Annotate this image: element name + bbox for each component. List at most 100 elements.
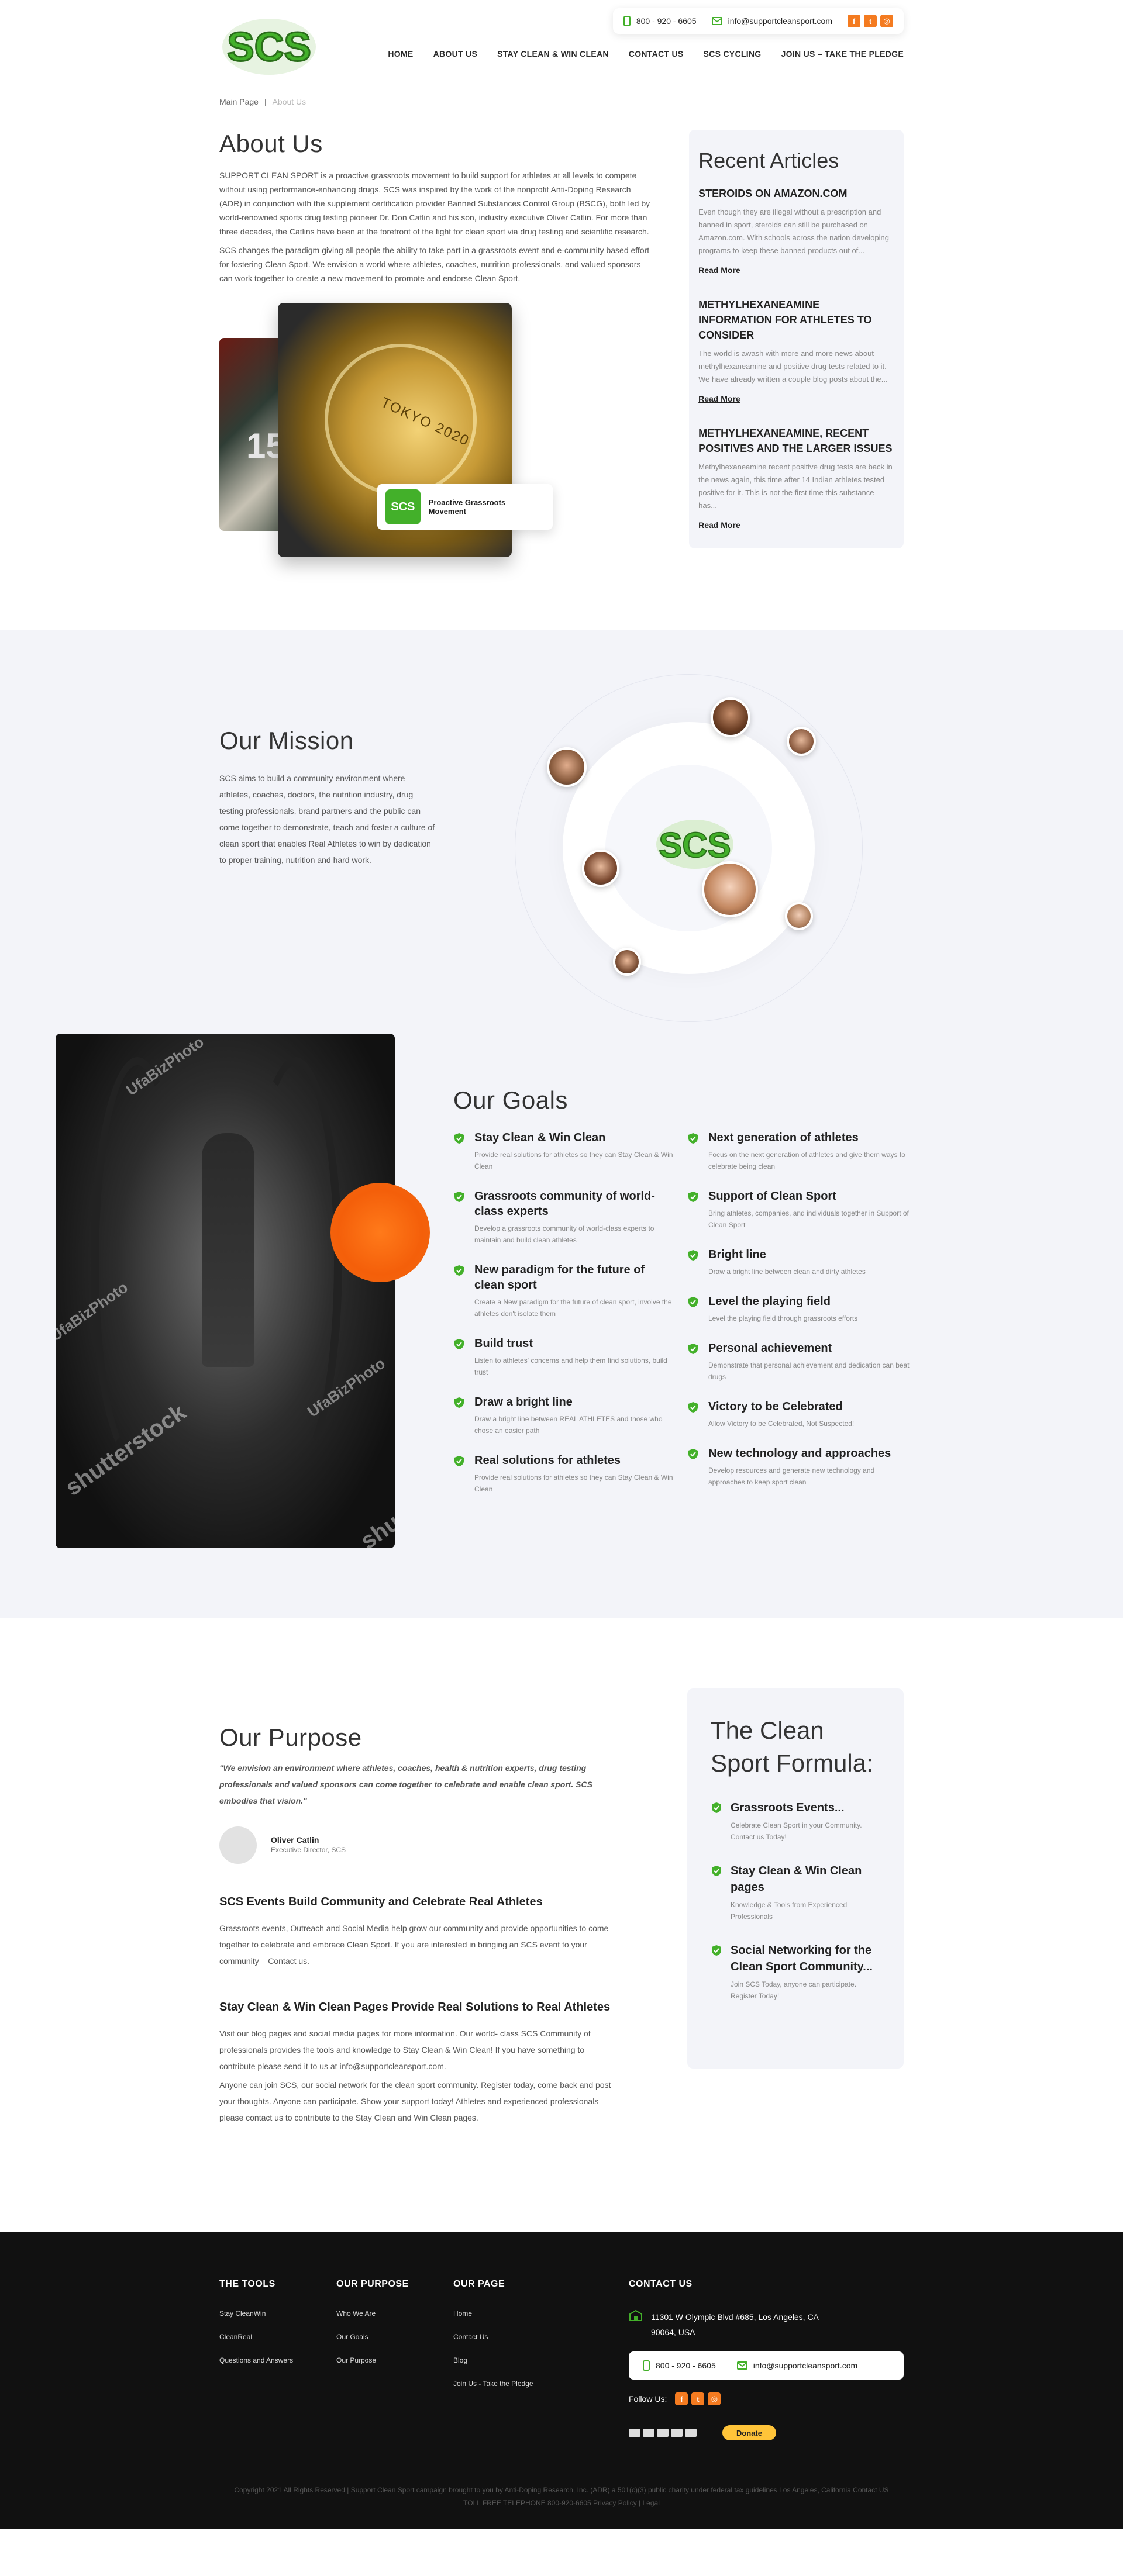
nav-contact-us[interactable]: CONTACT US <box>629 49 684 58</box>
article-title[interactable]: METHYLHEXANEAMINE INFORMATION FOR ATHLET… <box>698 297 894 343</box>
article-item: METHYLHEXANEAMINE, RECENT POSITIVES AND … <box>698 426 894 531</box>
goal-item: Real solutions for athletes Provide real … <box>453 1453 676 1495</box>
goal-item: New technology and approaches Develop res… <box>687 1446 910 1488</box>
footer-link[interactable]: Stay CleanWin <box>219 2309 293 2318</box>
nav-home[interactable]: HOME <box>388 49 413 58</box>
goal-item: Draw a bright line Draw a bright line bet… <box>453 1394 676 1437</box>
scs-card-label: Proactive Grassroots Movement <box>428 498 506 516</box>
goal-item: Stay Clean & Win Clean Provide real solut… <box>453 1130 676 1172</box>
goal-title: Stay Clean & Win Clean <box>474 1131 606 1144</box>
visa-card-icon <box>629 2429 640 2437</box>
avatar <box>711 697 750 737</box>
footer-link[interactable]: Blog <box>453 2356 533 2364</box>
avatar <box>613 948 641 976</box>
instagram-icon[interactable]: ◎ <box>880 15 893 27</box>
footer-link[interactable]: Our Purpose <box>336 2356 409 2364</box>
footer-phone-number: 800 - 920 - 6605 <box>656 2361 716 2370</box>
article-title[interactable]: METHYLHEXANEAMINE, RECENT POSITIVES AND … <box>698 426 894 456</box>
site-header: SCS 800 - 920 - 6605 info@supportcleansp… <box>219 0 904 88</box>
article-excerpt: The world is awash with more and more ne… <box>698 349 888 384</box>
nav-join-us[interactable]: JOIN US – TAKE THE PLEDGE <box>781 49 904 58</box>
goals-block: UfaBizPhoto UfaBizPhoto UfaBizPhoto shut… <box>56 1034 910 1548</box>
clean-sport-formula: The Clean Sport Formula: Grassroots Even… <box>687 1688 904 2069</box>
events-text: Grassroots events, Outreach and Social M… <box>219 1924 609 1966</box>
mission-goals-section: Our Mission SCS aims to build a communit… <box>0 630 1123 1618</box>
goal-desc: Focus on the next generation of athletes… <box>708 1151 905 1170</box>
twitter-icon[interactable]: t <box>691 2392 705 2405</box>
discover-card-icon <box>671 2429 683 2437</box>
breadcrumb-separator: | <box>264 97 267 106</box>
facebook-icon[interactable]: f <box>675 2392 688 2405</box>
mission-text: SCS aims to build a community environmen… <box>219 774 435 865</box>
about-section: Main Page | About Us About Us SUPPORT CLEA… <box>219 88 904 560</box>
about-collage: TOKYO 2020 SCS Proactive Grassroots Move… <box>219 303 654 560</box>
goal-desc: Draw a bright line between clean and dir… <box>708 1268 866 1276</box>
nav-scs-cycling[interactable]: SCS CYCLING <box>704 49 762 58</box>
watermark-text: shu <box>356 1509 395 1548</box>
footer-link[interactable]: Join Us - Take the Pledge <box>453 2380 533 2388</box>
about-content: About Us SUPPORT CLEAN SPORT is a proact… <box>219 130 654 560</box>
formula-item-title: Grassroots Events... <box>731 1801 845 1814</box>
phone-contact[interactable]: 800 - 920 - 6605 <box>623 16 697 26</box>
footer-column-title: CONTACT US <box>629 2279 693 2289</box>
check-shield-icon <box>712 1866 721 1876</box>
scs-badge: SCS <box>385 489 421 524</box>
facebook-icon[interactable]: f <box>848 15 860 27</box>
article-excerpt: Even though they are illegal without a p… <box>698 208 889 255</box>
footer-link[interactable]: Our Goals <box>336 2333 409 2341</box>
orange-circle-decoration <box>330 1183 430 1282</box>
check-shield-icon <box>688 1449 698 1459</box>
logo-text: SCS <box>227 24 311 70</box>
goals-left-column: Stay Clean & Win Clean Provide real solut… <box>453 1130 676 1511</box>
goal-desc: Develop a grassroots community of world-… <box>474 1224 654 1244</box>
footer-page-column: OUR PAGE Home Contact Us Blog Join Us - … <box>453 2279 533 2403</box>
goal-item: Level the playing field Level the playing… <box>687 1294 910 1324</box>
mission-text-block: Our Mission SCS aims to build a communit… <box>219 727 436 868</box>
footer-phone[interactable]: 800 - 920 - 6605 <box>643 2360 716 2371</box>
footer-link[interactable]: Contact Us <box>453 2333 533 2341</box>
goal-item: Grassroots community of world-class expe… <box>453 1189 676 1246</box>
formula-item: Grassroots Events... Celebrate Clean Spor… <box>711 1800 880 1843</box>
check-shield-icon <box>712 1802 721 1813</box>
about-title: About Us <box>219 130 323 157</box>
read-more-link[interactable]: Read More <box>698 394 740 403</box>
footer-link[interactable]: CleanReal <box>219 2333 293 2341</box>
address-text: 11301 W Olympic Blvd #685, Los Angeles, … <box>651 2312 819 2337</box>
scs-logo[interactable]: SCS <box>219 11 319 81</box>
check-shield-icon <box>454 1397 464 1408</box>
goal-item: Next generation of athletes Focus on the … <box>687 1130 910 1172</box>
goal-title: Personal achievement <box>708 1342 832 1355</box>
nav-stay-clean[interactable]: STAY CLEAN & WIN CLEAN <box>497 49 609 58</box>
footer-email-address: info@supportcleansport.com <box>753 2361 858 2370</box>
twitter-icon[interactable]: t <box>864 15 877 27</box>
instagram-icon[interactable]: ◎ <box>708 2392 721 2405</box>
footer-contact-column: CONTACT US 11301 W Olympic Blvd #685, Lo… <box>629 2279 904 2440</box>
footer-email[interactable]: info@supportcleansport.com <box>736 2361 858 2370</box>
formula-title: The Clean Sport Formula: <box>711 1717 873 1777</box>
footer-link[interactable]: Questions and Answers <box>219 2356 293 2364</box>
email-contact[interactable]: info@supportcleansport.com <box>711 16 832 26</box>
donate-button[interactable]: Donate <box>722 2425 776 2440</box>
footer-link[interactable]: Who We Are <box>336 2309 409 2318</box>
check-shield-icon <box>454 1192 464 1202</box>
goal-desc: Listen to athletes' concerns and help th… <box>474 1356 667 1376</box>
footer-link[interactable]: Home <box>453 2309 533 2318</box>
read-more-link[interactable]: Read More <box>698 265 740 275</box>
goal-title: Level the playing field <box>708 1295 831 1308</box>
goal-desc: Allow Victory to be Celebrated, Not Susp… <box>708 1420 855 1428</box>
article-title[interactable]: STEROIDS ON AMAZON.COM <box>698 186 894 201</box>
avatar <box>787 727 816 756</box>
email-address: info@supportcleansport.com <box>728 16 832 26</box>
goal-desc: Provide real solutions for athletes so t… <box>474 1473 673 1493</box>
breadcrumb-home[interactable]: Main Page <box>219 97 259 106</box>
goal-title: Next generation of athletes <box>708 1131 859 1144</box>
goal-item: Support of Clean Sport Bring athletes, co… <box>687 1189 910 1231</box>
check-shield-icon <box>454 1265 464 1276</box>
read-more-link[interactable]: Read More <box>698 520 740 530</box>
goal-title: Support of Clean Sport <box>708 1190 836 1203</box>
nav-about-us[interactable]: ABOUT US <box>433 49 478 58</box>
bank-card-icon <box>685 2429 697 2437</box>
quote-author: Oliver Catlin Executive Director, SCS <box>219 1826 617 1864</box>
scs-card: SCS Proactive Grassroots Movement <box>377 484 553 530</box>
join-text: Anyone can join SCS, our social network … <box>219 2080 611 2122</box>
